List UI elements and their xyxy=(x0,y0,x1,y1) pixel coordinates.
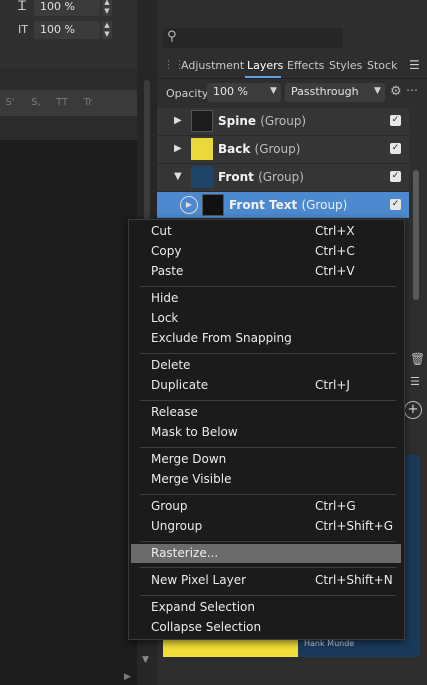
trash-icon[interactable]: 🗑 xyxy=(410,352,425,366)
layers-scrollbar-thumb[interactable] xyxy=(413,170,419,300)
opacity-label: Opacity: xyxy=(166,87,212,100)
menu-item-rasterize[interactable]: Rasterize... xyxy=(131,544,401,563)
all-caps-button[interactable]: TT xyxy=(52,94,72,112)
search-input[interactable] xyxy=(163,28,343,48)
menu-item-delete[interactable]: Delete xyxy=(131,356,401,375)
layer-row-back[interactable]: ▶ Back (Group) ✓ xyxy=(157,136,409,164)
layer-name: Front Text (Group) xyxy=(229,198,348,212)
menu-separator xyxy=(140,286,396,287)
layer-row-front-text[interactable]: ▶ Front Text (Group) ✓ xyxy=(157,192,409,219)
active-tab-indicator xyxy=(245,76,281,78)
opacity-value: 100 % xyxy=(213,85,248,98)
leading-icon: Ꮖ xyxy=(18,0,27,14)
tab-effects[interactable]: Effects xyxy=(287,59,324,72)
add-icon[interactable]: + xyxy=(404,401,422,419)
leading-field[interactable]: 100 % xyxy=(34,0,100,16)
tab-styles[interactable]: Styles xyxy=(329,59,362,72)
menu-item-exclude-from-snapping[interactable]: Exclude From Snapping xyxy=(131,329,401,348)
tab-layers[interactable]: Layers xyxy=(247,59,283,72)
chevron-down-icon[interactable]: ▼ xyxy=(374,86,381,96)
layer-thumbnail xyxy=(191,138,213,160)
tracking-icon: IT xyxy=(18,23,28,36)
panel-menu-icon[interactable]: ☰ xyxy=(409,58,420,72)
more-icon[interactable]: ⋯ xyxy=(406,83,418,97)
gear-icon[interactable]: ⚙ xyxy=(390,84,402,99)
tracking-field[interactable]: 100 % xyxy=(34,21,100,39)
layer-name: Back (Group) xyxy=(218,142,301,156)
menu-separator xyxy=(140,494,396,495)
leading-stepper[interactable]: ▲ ▼ xyxy=(102,0,112,16)
tracking-stepper[interactable]: ▲ ▼ xyxy=(102,21,112,39)
layer-thumbnail xyxy=(202,194,224,216)
expand-arrow-icon[interactable]: ▶ xyxy=(174,143,182,154)
layer-row-spine[interactable]: ▶ Spine (Group) ✓ xyxy=(157,108,409,136)
layer-thumbnail xyxy=(191,166,213,188)
menu-item-merge-down[interactable]: Merge Down xyxy=(131,450,401,469)
layer-thumbnail xyxy=(191,110,213,132)
expand-arrow-icon[interactable]: ▶ xyxy=(180,196,198,214)
small-caps-button[interactable]: Tr xyxy=(78,94,98,112)
visibility-checkbox[interactable]: ✓ xyxy=(390,199,401,210)
layer-name: Spine (Group) xyxy=(218,114,307,128)
menu-item-expand-selection[interactable]: Expand Selection xyxy=(131,598,401,617)
panel-menu-icon[interactable]: ☰ xyxy=(410,375,420,388)
collapse-arrow-icon[interactable]: ▼ xyxy=(174,171,182,182)
search-icon: ⚲ xyxy=(167,29,177,44)
menu-item-group[interactable]: Group Ctrl+G xyxy=(131,497,401,516)
visibility-checkbox[interactable]: ✓ xyxy=(390,143,401,154)
menu-separator xyxy=(140,541,396,542)
menu-item-ungroup[interactable]: Ungroup Ctrl+Shift+G xyxy=(131,517,401,536)
menu-separator xyxy=(140,400,396,401)
menu-item-paste[interactable]: Paste Ctrl+V xyxy=(131,262,401,281)
scroll-down-icon[interactable]: ▼ xyxy=(142,655,152,665)
text-style-strip: S' S, TT Tr xyxy=(0,90,137,116)
preview-yellow-band xyxy=(163,640,298,657)
menu-item-duplicate[interactable]: Duplicate Ctrl+J xyxy=(131,376,401,395)
tab-adjustment[interactable]: Adjustment xyxy=(181,59,244,72)
menu-separator xyxy=(140,447,396,448)
menu-item-hide[interactable]: Hide xyxy=(131,289,401,308)
character-panel-empty xyxy=(0,140,137,685)
menu-item-collapse-selection[interactable]: Collapse Selection xyxy=(131,618,401,637)
blend-mode-value: Passthrough xyxy=(291,85,359,98)
menu-item-release[interactable]: Release xyxy=(131,403,401,422)
menu-separator xyxy=(140,595,396,596)
menu-separator xyxy=(140,353,396,354)
menu-item-copy[interactable]: Copy Ctrl+C xyxy=(131,242,401,261)
superscript-button[interactable]: S' xyxy=(0,94,20,112)
layer-name: Front (Group) xyxy=(218,170,304,184)
menu-item-merge-visible[interactable]: Merge Visible xyxy=(131,470,401,489)
menu-separator xyxy=(140,567,396,568)
visibility-checkbox[interactable]: ✓ xyxy=(390,171,401,182)
menu-item-lock[interactable]: Lock xyxy=(131,309,401,328)
expand-arrow-icon[interactable]: ▶ xyxy=(174,115,182,126)
menu-item-cut[interactable]: Cut Ctrl+X xyxy=(131,222,401,241)
tab-stock[interactable]: Stock xyxy=(367,59,397,72)
chevron-down-icon[interactable]: ▼ xyxy=(270,86,277,96)
menu-item-new-pixel-layer[interactable]: New Pixel Layer Ctrl+Shift+N xyxy=(131,571,401,590)
layer-row-front[interactable]: ▼ Front (Group) ✓ xyxy=(157,164,409,192)
scroll-right-icon[interactable]: ▶ xyxy=(124,672,131,682)
visibility-checkbox[interactable]: ✓ xyxy=(390,115,401,126)
menu-item-mask-to-below[interactable]: Mask to Below xyxy=(131,423,401,442)
subscript-button[interactable]: S, xyxy=(26,94,46,112)
preview-caption: Hank Munde xyxy=(304,639,355,648)
character-settings: Ꮖ 100 % ▲ ▼ IT 100 % ▲ ▼ xyxy=(0,0,137,68)
